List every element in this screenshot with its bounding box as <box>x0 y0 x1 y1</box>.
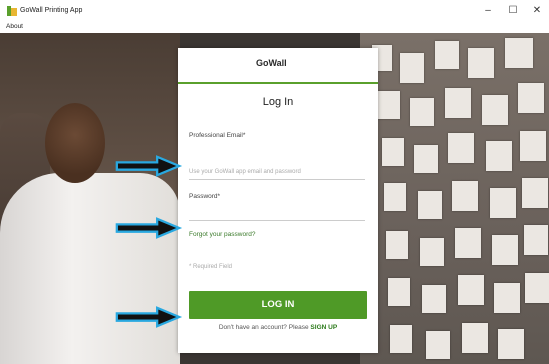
sticky-note <box>522 178 548 208</box>
close-button[interactable]: ✕ <box>527 3 547 19</box>
password-label: Password* <box>189 193 221 200</box>
login-heading: Log In <box>262 96 294 108</box>
signup-prompt-text: Don't have an account? Please <box>218 324 309 331</box>
sticky-note <box>468 48 494 78</box>
signup-prompt: Don't have an account? Please SIGN UP <box>178 324 378 331</box>
email-field-underline <box>189 179 365 180</box>
sticky-note <box>498 329 524 359</box>
app-icon <box>7 6 17 16</box>
arrow-pointer-login-icon <box>115 306 183 328</box>
login-button[interactable]: LOG IN <box>189 291 367 319</box>
sticky-note <box>414 145 438 173</box>
sticky-note <box>505 38 533 68</box>
password-field[interactable] <box>189 220 365 221</box>
gowall-logo: GoWall <box>256 58 287 68</box>
sticky-note <box>452 181 478 211</box>
sticky-note <box>490 188 516 218</box>
required-note: * Required Field <box>189 264 233 270</box>
sticky-note <box>486 141 512 171</box>
arrow-pointer-password-icon <box>115 217 183 239</box>
arrow-pointer-email-icon <box>115 155 183 177</box>
menu-item-about[interactable]: About <box>6 23 23 30</box>
login-dialog: GoWall Log In Professional Email* Use yo… <box>178 48 378 353</box>
maximize-button[interactable]: ☐ <box>503 3 523 19</box>
sticky-note <box>462 323 488 353</box>
email-field[interactable]: Use your GoWall app email and password <box>189 169 301 175</box>
sticky-note <box>445 88 471 118</box>
signup-link[interactable]: SIGN UP <box>310 324 337 331</box>
sticky-note <box>400 53 424 83</box>
sticky-note <box>420 238 444 266</box>
forgot-password-link[interactable]: Forgot your password? <box>189 231 255 238</box>
logo-header: GoWall <box>178 48 378 84</box>
sticky-note <box>458 275 484 305</box>
sticky-note <box>418 191 442 219</box>
sticky-note <box>384 183 406 211</box>
title-bar: GoWall Printing App – ☐ ✕ <box>0 0 549 22</box>
sticky-note <box>388 278 410 306</box>
person-head <box>45 103 105 183</box>
sticky-note <box>482 95 508 125</box>
sticky-note <box>426 331 450 359</box>
sticky-note <box>378 91 400 119</box>
sticky-note <box>525 273 549 303</box>
sticky-note <box>455 228 481 258</box>
sticky-note <box>422 285 446 313</box>
person-shirt <box>0 173 180 364</box>
sticky-note <box>518 83 544 113</box>
sticky-note <box>524 225 548 255</box>
sticky-note <box>492 235 518 265</box>
menu-bar: About <box>0 22 549 33</box>
sticky-note <box>435 41 459 69</box>
window-title: GoWall Printing App <box>20 7 83 14</box>
sticky-note <box>448 133 474 163</box>
minimize-button[interactable]: – <box>478 3 498 19</box>
sticky-note <box>494 283 520 313</box>
sticky-note <box>382 138 404 166</box>
sticky-note <box>390 325 412 353</box>
sticky-note <box>520 131 546 161</box>
sticky-note <box>386 231 408 259</box>
email-label: Professional Email* <box>189 132 246 139</box>
sticky-note <box>410 98 434 126</box>
